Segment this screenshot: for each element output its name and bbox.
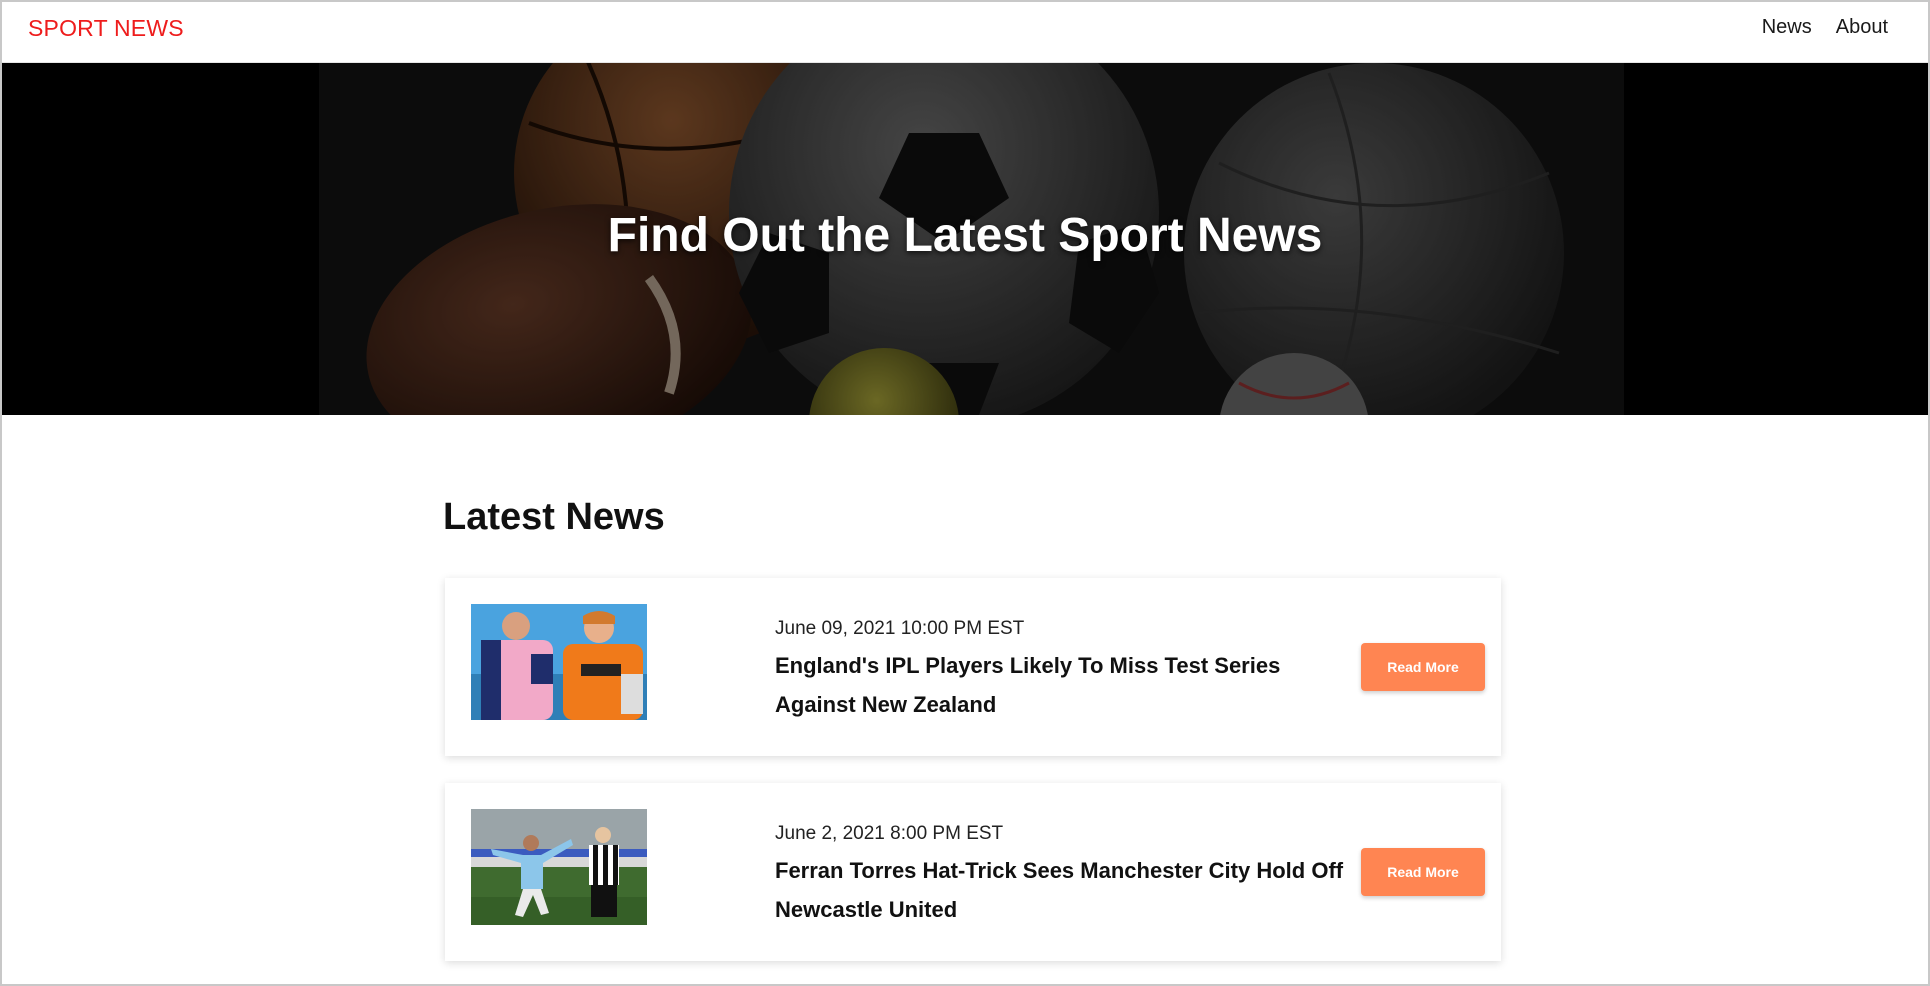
nav-link-about[interactable]: About (1836, 16, 1888, 39)
news-thumbnail[interactable] (471, 809, 647, 925)
news-thumbnail[interactable] (471, 604, 647, 720)
hero-title: Find Out the Latest Sport News (607, 209, 1323, 262)
browser-viewport: SPORT NEWS News About Find Out the Lates… (0, 0, 1930, 986)
hero-banner: Find Out the Latest Sport News (2, 63, 1928, 415)
read-more-button[interactable]: Read More (1361, 848, 1485, 896)
news-card: June 09, 2021 10:00 PM EST England's IPL… (445, 578, 1501, 756)
news-date: June 09, 2021 10:00 PM EST (775, 618, 1025, 639)
brand-logo-link[interactable]: SPORT NEWS (28, 15, 184, 42)
news-card: June 2, 2021 8:00 PM EST Ferran Torres H… (445, 783, 1501, 961)
nav-links: News About (1762, 16, 1888, 39)
read-more-button[interactable]: Read More (1361, 643, 1485, 691)
nav-link-news[interactable]: News (1762, 16, 1812, 39)
news-date: June 2, 2021 8:00 PM EST (775, 823, 1004, 844)
news-title: England's IPL Players Likely To Miss Tes… (775, 653, 1281, 717)
latest-news-heading: Latest News (443, 496, 665, 538)
players-photo (471, 604, 647, 720)
navbar: SPORT NEWS News About (2, 2, 1928, 63)
match-photo (471, 809, 647, 925)
news-title: Ferran Torres Hat-Trick Sees Manchester … (775, 858, 1344, 922)
